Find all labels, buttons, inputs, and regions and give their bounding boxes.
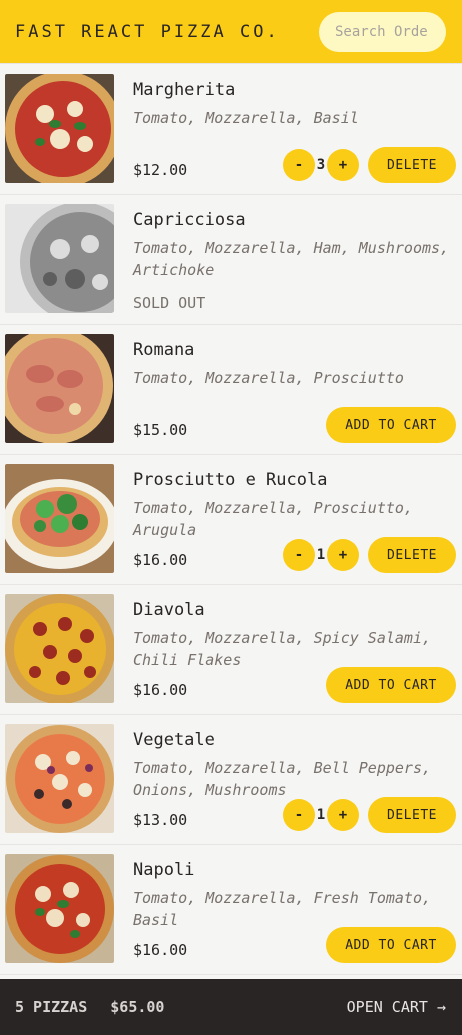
pizza-price: $13.00 <box>133 811 188 829</box>
menu-item: Diavola Tomato, Mozzarella, Spicy Salami… <box>0 585 462 715</box>
cart-overview-bar: 5 PIZZAS $65.00 OPEN CART → <box>0 979 462 1035</box>
cart-total: $65.00 <box>110 998 165 1016</box>
sold-out-label: SOLD OUT <box>133 294 206 312</box>
decrease-quantity-button[interactable]: - <box>283 799 315 831</box>
pizza-image <box>5 724 114 833</box>
decrease-quantity-button[interactable]: - <box>283 149 315 181</box>
pizza-ingredients: Tomato, Mozzarella, Bell Peppers, Onions… <box>133 759 432 799</box>
pizza-ingredients: Tomato, Mozzarella, Basil <box>133 109 359 127</box>
menu-item: Margherita Tomato, Mozzarella, Basil $12… <box>0 65 462 195</box>
increase-quantity-button[interactable]: + <box>327 149 359 181</box>
pizza-ingredients: Tomato, Mozzarella, Fresh Tomato, Basil <box>133 889 432 929</box>
pizza-name: Prosciutto e Rucola <box>133 470 328 490</box>
pizza-image <box>5 334 114 443</box>
pizza-ingredients: Tomato, Mozzarella, Spicy Salami, Chili … <box>133 629 432 669</box>
app-header: FAST REACT PIZZA CO. <box>0 0 462 64</box>
delete-button[interactable]: DELETE <box>368 537 456 573</box>
quantity-value: 3 <box>316 157 326 173</box>
cart-pizza-count: 5 PIZZAS <box>15 998 88 1016</box>
quantity-value: 1 <box>316 547 326 563</box>
pizza-price: $12.00 <box>133 161 188 179</box>
quantity-stepper: - 1 + <box>283 537 359 573</box>
menu-item: Capricciosa Tomato, Mozzarella, Ham, Mus… <box>0 195 462 325</box>
quantity-stepper: - 3 + <box>283 147 359 183</box>
pizza-image <box>5 464 114 573</box>
menu-item: Prosciutto e Rucola Tomato, Mozzarella, … <box>0 455 462 585</box>
pizza-image <box>5 74 114 183</box>
pizza-ingredients: Tomato, Mozzarella, Prosciutto, Arugula <box>133 499 413 539</box>
pizza-name: Capricciosa <box>133 210 246 230</box>
open-cart-link[interactable]: OPEN CART → <box>347 998 446 1016</box>
pizza-price: $16.00 <box>133 551 188 569</box>
delete-button[interactable]: DELETE <box>368 147 456 183</box>
pizza-name: Napoli <box>133 860 195 880</box>
add-to-cart-button[interactable]: ADD TO CART <box>326 667 456 703</box>
menu-item: Napoli Tomato, Mozzarella, Fresh Tomato,… <box>0 845 462 975</box>
pizza-price: $15.00 <box>133 421 188 439</box>
pizza-price: $16.00 <box>133 941 188 959</box>
decrease-quantity-button[interactable]: - <box>283 539 315 571</box>
pizza-menu: Margherita Tomato, Mozzarella, Basil $12… <box>0 65 462 975</box>
increase-quantity-button[interactable]: + <box>327 799 359 831</box>
pizza-name: Diavola <box>133 600 205 620</box>
delete-button[interactable]: DELETE <box>368 797 456 833</box>
quantity-stepper: - 1 + <box>283 797 359 833</box>
pizza-name: Vegetale <box>133 730 215 750</box>
menu-item: Romana Tomato, Mozzarella, Prosciutto $1… <box>0 325 462 455</box>
search-order-input[interactable] <box>319 11 446 52</box>
increase-quantity-button[interactable]: + <box>327 539 359 571</box>
quantity-value: 1 <box>316 807 326 823</box>
pizza-image <box>5 854 114 963</box>
app-logo[interactable]: FAST REACT PIZZA CO. <box>15 22 280 42</box>
pizza-price: $16.00 <box>133 681 188 699</box>
pizza-ingredients: Tomato, Mozzarella, Ham, Mushrooms, Arti… <box>133 239 450 279</box>
pizza-image <box>5 594 114 703</box>
cart-summary: 5 PIZZAS $65.00 <box>15 998 164 1016</box>
pizza-name: Romana <box>133 340 195 360</box>
pizza-ingredients: Tomato, Mozzarella, Prosciutto <box>133 369 404 387</box>
pizza-image <box>5 204 114 313</box>
pizza-name: Margherita <box>133 80 236 100</box>
menu-item: Vegetale Tomato, Mozzarella, Bell Pepper… <box>0 715 462 845</box>
add-to-cart-button[interactable]: ADD TO CART <box>326 407 456 443</box>
add-to-cart-button[interactable]: ADD TO CART <box>326 927 456 963</box>
